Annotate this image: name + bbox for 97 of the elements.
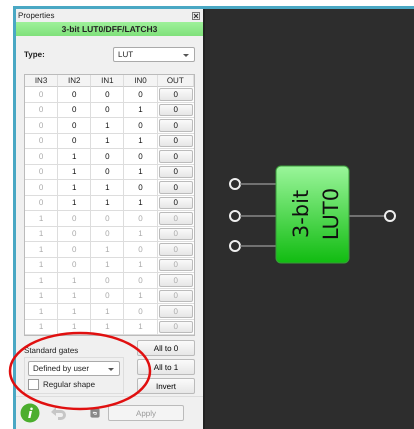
table-cell: 1 xyxy=(124,226,158,242)
table-cell: 1 xyxy=(58,149,92,164)
table-cell: 0 xyxy=(25,87,58,102)
table-cell: 0 xyxy=(124,180,158,196)
table-cell: 1 xyxy=(91,304,124,320)
action-button[interactable]: All to 1 xyxy=(137,359,195,375)
table-cell: 1 xyxy=(25,288,58,304)
input-pin[interactable] xyxy=(229,210,276,222)
table-cell: 1 xyxy=(124,196,158,211)
regular-shape-checkbox[interactable] xyxy=(28,379,39,390)
table-cell: 1 xyxy=(25,211,58,226)
output-button[interactable]: 0 xyxy=(158,88,193,100)
table-cell: 0 xyxy=(91,226,124,242)
checkbox-label: Regular shape xyxy=(43,380,96,389)
table-cell: 1 xyxy=(58,164,92,180)
table-cell: 0 xyxy=(124,304,158,320)
info-icon[interactable] xyxy=(20,403,40,423)
output-button[interactable]: 0 xyxy=(158,196,193,209)
column-header: IN0 xyxy=(124,75,158,87)
table-cell: 0 xyxy=(58,102,92,118)
table-cell: 0 xyxy=(25,102,58,118)
table-cell: 1 xyxy=(58,273,92,288)
table-cell: 0 xyxy=(25,180,58,196)
input-pin[interactable] xyxy=(229,178,276,190)
table-cell: 0 xyxy=(58,87,92,102)
table-cell: 1 xyxy=(25,226,58,242)
table-cell: 1 xyxy=(91,320,124,335)
action-button[interactable]: Invert xyxy=(137,378,195,394)
output-button[interactable]: 0 xyxy=(158,181,193,194)
table-cell: 0 xyxy=(25,164,58,180)
lut-block[interactable] xyxy=(276,166,350,264)
table-cell: 0 xyxy=(58,134,92,149)
type-dropdown[interactable]: LUT xyxy=(113,47,195,62)
table-cell: 1 xyxy=(58,304,92,320)
table-cell: 0 xyxy=(124,242,158,258)
table-cell: 0 xyxy=(124,211,158,226)
table-cell: 1 xyxy=(91,134,124,149)
component-header: 3-bit LUT0/DFF/LATCH3 xyxy=(16,22,203,36)
action-button[interactable]: All to 0 xyxy=(137,340,195,356)
table-cell: 0 xyxy=(91,273,124,288)
type-label: Type: xyxy=(24,50,45,59)
block-label: 3-bit xyxy=(289,190,313,238)
gates-dropdown[interactable]: Defined by user xyxy=(28,361,120,376)
table-cell: 1 xyxy=(58,180,92,196)
column-header: IN3 xyxy=(25,75,58,87)
output-button[interactable]: 0 xyxy=(158,134,193,147)
output-button[interactable]: 0 xyxy=(158,166,193,178)
table-cell: 0 xyxy=(25,134,58,149)
column-header: IN1 xyxy=(91,75,124,87)
table-cell: 0 xyxy=(25,196,58,211)
table-cell: 0 xyxy=(124,273,158,288)
table-cell: 1 xyxy=(25,258,58,273)
table-cell: 1 xyxy=(58,320,92,335)
table-cell: 0 xyxy=(58,226,92,242)
table-cell: 0 xyxy=(91,288,124,304)
standard-gates-label: Standard gates xyxy=(24,346,80,355)
table-cell: 1 xyxy=(91,242,124,258)
table-cell: 1 xyxy=(124,102,158,118)
table-cell: 1 xyxy=(25,273,58,288)
table-cell: 0 xyxy=(91,164,124,180)
output-button[interactable]: 0 xyxy=(158,150,193,162)
output-pin[interactable] xyxy=(349,210,396,222)
table-cell: 1 xyxy=(124,134,158,149)
table-cell: 1 xyxy=(58,288,92,304)
table-cell: 0 xyxy=(58,242,92,258)
table-cell: 0 xyxy=(124,87,158,102)
close-icon[interactable] xyxy=(192,12,200,20)
table-cell: 0 xyxy=(58,211,92,226)
table-cell: 1 xyxy=(124,258,158,273)
table-cell: 0 xyxy=(91,87,124,102)
table-cell: 1 xyxy=(124,164,158,180)
output-button[interactable]: 0 xyxy=(158,104,193,116)
table-cell: 1 xyxy=(25,304,58,320)
table-cell: 1 xyxy=(124,320,158,335)
table-cell: 1 xyxy=(91,258,124,273)
output-button[interactable]: 0 xyxy=(158,119,193,132)
table-cell: 0 xyxy=(25,118,58,134)
table-cell: 1 xyxy=(25,320,58,335)
table-cell: 0 xyxy=(91,149,124,164)
table-cell: 0 xyxy=(124,149,158,164)
table-cell: 0 xyxy=(58,258,92,273)
table-cell: 1 xyxy=(124,288,158,304)
input-pin[interactable] xyxy=(229,240,276,252)
table-cell: 1 xyxy=(91,196,124,211)
column-header: IN2 xyxy=(58,75,92,87)
block-label: LUT0 xyxy=(319,188,343,240)
table-cell: 1 xyxy=(58,196,92,211)
table-cell: 0 xyxy=(124,118,158,134)
table-cell: 0 xyxy=(91,211,124,226)
table-cell: 0 xyxy=(25,149,58,164)
table-cell: 0 xyxy=(91,102,124,118)
panel-title: Properties xyxy=(18,11,54,20)
table-cell: 1 xyxy=(25,242,58,258)
table-cell: 0 xyxy=(58,118,92,134)
table-cell: 1 xyxy=(91,118,124,134)
table-cell: 1 xyxy=(91,180,124,196)
column-header: OUT xyxy=(158,75,194,87)
